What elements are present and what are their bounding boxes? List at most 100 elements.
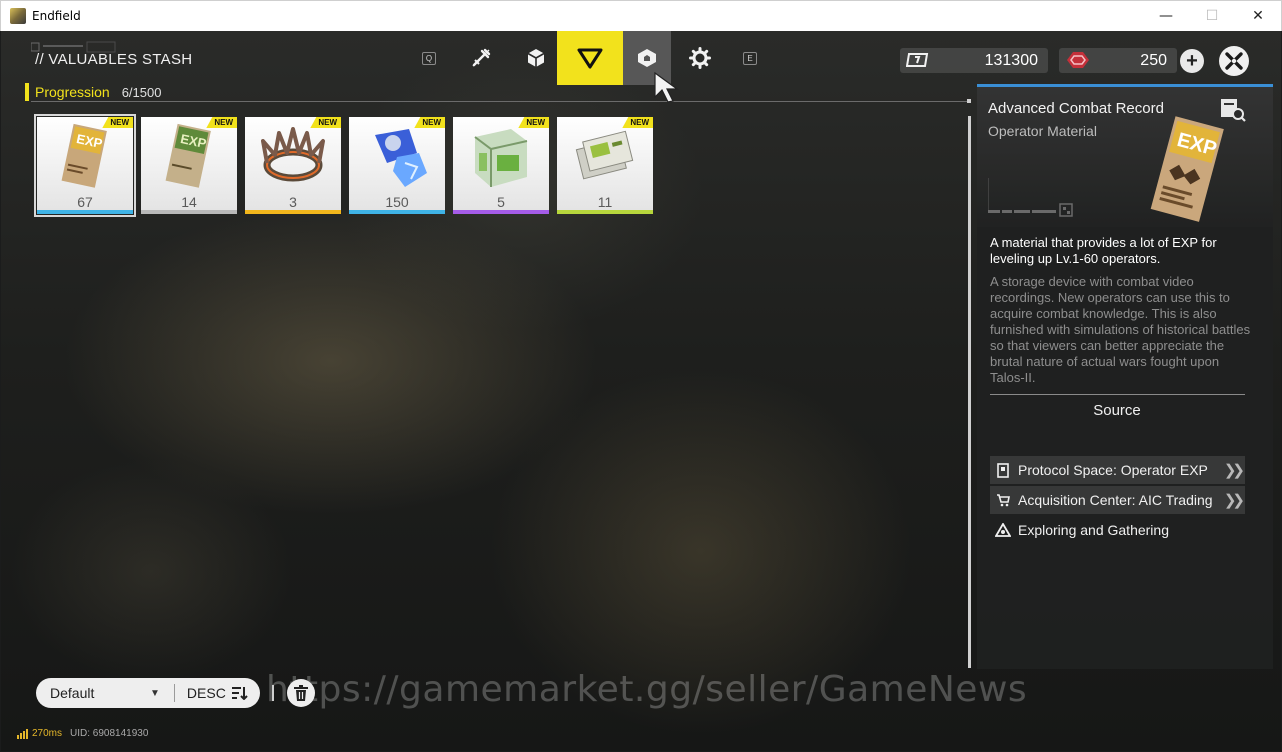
tab-medical[interactable] bbox=[458, 31, 504, 85]
watermark-text: https://gamemarket.gg/seller/GameNews bbox=[266, 669, 1028, 710]
rarity-bar bbox=[557, 210, 653, 214]
app-icon bbox=[10, 8, 26, 24]
item-card[interactable]: NEW 150 bbox=[349, 117, 445, 214]
add-currency-button[interactable]: + bbox=[1180, 49, 1204, 73]
item-detail-panel: Advanced Combat Record Operator Material… bbox=[977, 84, 1273, 669]
item-card[interactable]: EXP NEW 67 bbox=[34, 114, 136, 217]
item-type: Operator Material bbox=[988, 123, 1097, 139]
item-card[interactable]: NEW 5 bbox=[453, 117, 549, 214]
sort-control: Default ▼ DESC bbox=[36, 678, 260, 708]
green-module-cube-icon bbox=[474, 129, 528, 187]
chevron-down-icon[interactable]: ▼ bbox=[150, 688, 160, 699]
tab-materials[interactable] bbox=[513, 31, 559, 85]
source-label: Exploring and Gathering bbox=[1018, 522, 1169, 538]
item-quantity: 3 bbox=[289, 194, 297, 210]
trash-icon bbox=[294, 685, 308, 701]
maximize-button[interactable]: ☐ bbox=[1189, 1, 1235, 32]
item-quantity: 150 bbox=[385, 194, 409, 210]
page-title: // VALUABLES STASH bbox=[35, 51, 193, 68]
source-row-protocol-space[interactable]: Protocol Space: Operator EXP ❯❯ bbox=[990, 456, 1245, 484]
sort-mode-dropdown[interactable]: Default bbox=[50, 685, 150, 701]
new-badge: NEW bbox=[414, 117, 445, 128]
item-quantity: 11 bbox=[597, 194, 613, 210]
protocol-space-icon bbox=[995, 462, 1011, 478]
signal-strength-icon bbox=[17, 728, 28, 739]
chevron-double-right-icon: ❯❯ bbox=[1223, 492, 1245, 509]
gear-icon bbox=[689, 47, 711, 69]
item-quantity: 67 bbox=[77, 194, 93, 210]
source-row-acquisition-center[interactable]: Acquisition Center: AIC Trading ❯❯ bbox=[990, 486, 1245, 514]
window-title: Endfield bbox=[32, 9, 81, 23]
status-bar: 270ms UID: 6908141930 bbox=[17, 728, 148, 739]
window-titlebar: Endfield — ☐ ✕ bbox=[0, 0, 1282, 31]
currency-secondary: 250 bbox=[1059, 48, 1177, 73]
item-large-art: EXP bbox=[1150, 116, 1224, 222]
close-stash-button[interactable] bbox=[1219, 46, 1249, 76]
red-crystal-icon bbox=[1067, 52, 1089, 68]
toolbar-divider bbox=[272, 685, 274, 701]
flame-crown-icon bbox=[261, 127, 325, 182]
currency-primary-value: 131300 bbox=[984, 51, 1038, 69]
progression-marker bbox=[25, 83, 29, 101]
rarity-bar bbox=[37, 210, 133, 214]
key-hint-prev: Q bbox=[422, 52, 436, 65]
rarity-bar bbox=[141, 210, 237, 214]
new-badge: NEW bbox=[206, 117, 237, 128]
gather-triangle-icon bbox=[995, 522, 1011, 538]
item-quantity: 5 bbox=[497, 194, 505, 210]
progression-count: 6/1500 bbox=[121, 84, 162, 100]
discard-button[interactable] bbox=[287, 679, 315, 707]
window-controls: — ☐ ✕ bbox=[1143, 1, 1281, 32]
decorative-barcode-icon bbox=[988, 178, 1073, 217]
grid-scrollbar[interactable] bbox=[968, 116, 971, 668]
new-badge: NEW bbox=[102, 117, 133, 128]
source-heading: Source bbox=[1093, 402, 1141, 419]
item-card[interactable]: NEW 3 bbox=[245, 117, 341, 214]
rarity-bar bbox=[349, 210, 445, 214]
item-card[interactable]: NEW 11 bbox=[557, 117, 653, 214]
triangle-icon bbox=[577, 48, 603, 69]
progression-divider-end bbox=[967, 99, 971, 103]
cart-icon bbox=[995, 492, 1011, 508]
source-divider bbox=[990, 394, 1245, 395]
cube-icon bbox=[527, 49, 545, 67]
mouse-cursor-icon bbox=[654, 71, 679, 103]
rarity-bar bbox=[453, 210, 549, 214]
currency-secondary-value: 250 bbox=[1140, 51, 1167, 69]
user-id: UID: 6908141930 bbox=[70, 728, 149, 739]
ping-readout: 270ms bbox=[32, 728, 63, 739]
game-viewport: // VALUABLES STASH Q E 131300 250 + Prog… bbox=[1, 31, 1281, 751]
chevron-double-right-icon: ❯❯ bbox=[1223, 462, 1245, 479]
new-badge: NEW bbox=[622, 117, 653, 128]
progression-divider bbox=[31, 101, 971, 102]
data-cards-icon bbox=[575, 130, 634, 180]
sort-descending-icon[interactable] bbox=[231, 686, 248, 700]
sort-order-button[interactable]: DESC bbox=[187, 685, 226, 701]
window-close-button[interactable]: ✕ bbox=[1235, 1, 1281, 32]
sort-separator bbox=[173, 684, 175, 702]
item-description: A material that provides a lot of EXP fo… bbox=[990, 235, 1217, 266]
item-card[interactable]: EXP NEW 14 bbox=[141, 117, 237, 214]
currency-primary: 131300 bbox=[900, 48, 1048, 73]
item-quantity: 14 bbox=[181, 194, 197, 210]
blue-crystal-device-icon bbox=[375, 129, 427, 187]
hexagon-house-icon bbox=[638, 49, 656, 67]
syringe-slash-icon bbox=[472, 48, 491, 67]
key-hint-next: E bbox=[743, 52, 757, 65]
rarity-bar bbox=[245, 210, 341, 214]
source-label: Acquisition Center: AIC Trading bbox=[1018, 492, 1213, 508]
tab-equipment[interactable] bbox=[677, 31, 723, 85]
new-badge: NEW bbox=[310, 117, 341, 128]
exp-card-gold-icon: EXP bbox=[61, 123, 107, 188]
progression-row: Progression 6/1500 bbox=[25, 83, 161, 101]
card-ticket-icon bbox=[906, 53, 929, 67]
close-icon bbox=[1225, 52, 1243, 70]
exp-card-green-icon: EXP bbox=[165, 123, 211, 188]
source-row-exploring: Exploring and Gathering bbox=[990, 516, 1245, 544]
tab-valuables[interactable] bbox=[557, 31, 623, 85]
new-badge: NEW bbox=[518, 117, 549, 128]
progression-label: Progression bbox=[35, 84, 110, 100]
source-label: Protocol Space: Operator EXP bbox=[1018, 462, 1208, 478]
item-flavor-text: A storage device with combat video recor… bbox=[990, 274, 1251, 385]
minimize-button[interactable]: — bbox=[1143, 1, 1189, 32]
